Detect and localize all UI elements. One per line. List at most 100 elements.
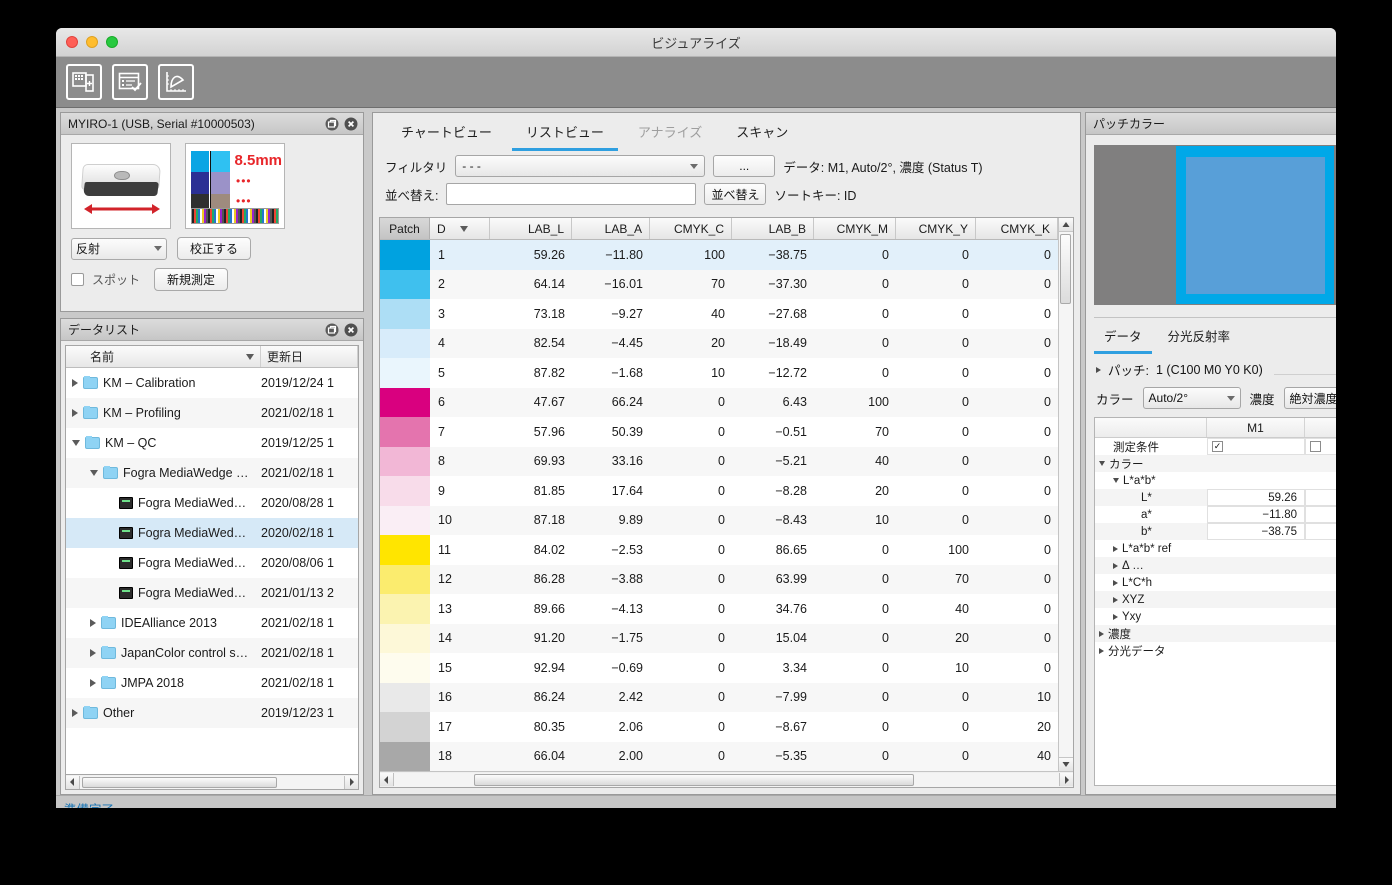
float-icon[interactable]	[325, 323, 339, 337]
measure-chart-icon[interactable]	[66, 64, 102, 100]
hscroll-track[interactable]	[80, 776, 344, 789]
expand-icon[interactable]	[1113, 580, 1118, 586]
patch-values-row[interactable]: 測定条件✓	[1095, 438, 1336, 455]
patch-values-row[interactable]: XYZ	[1095, 591, 1336, 608]
table-row[interactable]: 647.6766.2406.4310000	[380, 388, 1058, 418]
table-row[interactable]: 1780.352.060−8.670020	[380, 712, 1058, 742]
color-observer-select[interactable]: Auto/2°	[1143, 387, 1241, 409]
expand-icon[interactable]	[1113, 597, 1118, 603]
tab-データ[interactable]: データ	[1094, 320, 1152, 354]
expand-icon[interactable]	[72, 409, 78, 417]
list-item[interactable]: Fogra MediaWed…2021/01/13 2	[66, 578, 358, 608]
filter-select[interactable]: - - -	[455, 155, 705, 177]
expand-icon[interactable]	[1113, 546, 1118, 552]
expand-icon[interactable]	[72, 709, 78, 717]
list-item[interactable]: Fogra MediaWedge …2021/02/18 1	[66, 458, 358, 488]
patch-values-row[interactable]: L*59.2659.05	[1095, 489, 1336, 506]
collapse-icon[interactable]	[1099, 461, 1105, 466]
vscroll-thumb[interactable]	[1060, 234, 1071, 304]
vscroll-track[interactable]	[1059, 232, 1073, 757]
table-row[interactable]: 1184.02−2.53086.6501000	[380, 535, 1058, 565]
table-row[interactable]: 159.26−11.80100−38.75000	[380, 240, 1058, 270]
collapse-icon[interactable]	[1113, 478, 1119, 483]
list-item[interactable]: IDEAlliance 20132021/02/18 1	[66, 608, 358, 638]
tab-リストビュー[interactable]: リストビュー	[512, 116, 618, 151]
patch-values-row[interactable]: L*a*b* ref	[1095, 540, 1336, 557]
expand-icon[interactable]	[90, 619, 96, 627]
list-item[interactable]: Fogra MediaWed…2020/08/06 1	[66, 548, 358, 578]
list-item[interactable]: KM – Calibration2019/12/24 1	[66, 368, 358, 398]
sort-button[interactable]: 並べ替え	[704, 183, 766, 205]
tab-スキャン[interactable]: スキャン	[722, 116, 802, 151]
hscroll-thumb[interactable]	[474, 774, 914, 786]
table-row[interactable]: 1286.28−3.88063.990700	[380, 565, 1058, 595]
column-header-name[interactable]: 名前	[66, 346, 261, 367]
expand-icon[interactable]	[1099, 631, 1104, 637]
column-header-LAB_B[interactable]: LAB_B	[732, 218, 814, 239]
tab-チャートビュー[interactable]: チャートビュー	[387, 116, 506, 151]
patch-values-row[interactable]: L*C*h	[1095, 574, 1336, 591]
m1-condition-checkbox[interactable]: ✓	[1212, 441, 1223, 452]
scroll-down-icon[interactable]	[1059, 757, 1073, 771]
column-header-LAB_A[interactable]: LAB_A	[572, 218, 650, 239]
column-header-Patch[interactable]: Patch	[380, 218, 430, 239]
table-row[interactable]: 1866.042.000−5.350040	[380, 742, 1058, 772]
m2-condition-checkbox[interactable]	[1310, 441, 1321, 452]
list-item[interactable]: Fogra MediaWed…2020/08/28 1	[66, 488, 358, 518]
list-item[interactable]: KM – Profiling2021/02/18 1	[66, 398, 358, 428]
list-item[interactable]: JMPA 20182021/02/18 1	[66, 668, 358, 698]
patch-table-vscrollbar[interactable]	[1058, 218, 1073, 771]
column-header-CMYK_M[interactable]: CMYK_M	[814, 218, 896, 239]
column-header-D[interactable]: D	[430, 218, 490, 239]
patch-values-row[interactable]: Δ …	[1095, 557, 1336, 574]
close-icon[interactable]	[344, 117, 358, 131]
column-header-CMYK_Y[interactable]: CMYK_Y	[896, 218, 976, 239]
table-row[interactable]: 1686.242.420−7.990010	[380, 683, 1058, 713]
column-header-date[interactable]: 更新日	[261, 346, 358, 367]
expand-icon[interactable]	[1099, 648, 1104, 654]
expand-icon[interactable]	[90, 679, 96, 687]
patch-values-m2-cell[interactable]	[1305, 438, 1336, 455]
density-mode-select[interactable]: 絶対濃度	[1284, 387, 1336, 409]
table-row[interactable]: 373.18−9.2740−27.68000	[380, 299, 1058, 329]
scroll-right-icon[interactable]	[344, 776, 358, 789]
expand-icon[interactable]	[90, 649, 96, 657]
patch-values-row[interactable]: 濃度	[1095, 625, 1336, 642]
data-list-hscrollbar[interactable]	[65, 775, 359, 790]
patch-table-hscrollbar[interactable]	[380, 771, 1073, 787]
table-row[interactable]: 1087.189.890−8.431000	[380, 506, 1058, 536]
table-row[interactable]: 482.54−4.4520−18.49000	[380, 329, 1058, 359]
new-measurement-button[interactable]: 新規測定	[154, 268, 228, 291]
list-check-icon[interactable]	[112, 64, 148, 100]
patch-values-row[interactable]: 分光データ	[1095, 642, 1336, 659]
scroll-up-icon[interactable]	[1059, 218, 1073, 232]
column-header-CMYK_C[interactable]: CMYK_C	[650, 218, 732, 239]
scroll-left-icon[interactable]	[66, 776, 80, 789]
list-item[interactable]: JapanColor control s…2021/02/18 1	[66, 638, 358, 668]
patch-values-row[interactable]: L*a*b*	[1095, 472, 1336, 489]
collapse-icon[interactable]	[90, 470, 98, 476]
expand-icon[interactable]	[1113, 614, 1118, 620]
list-item[interactable]: Fogra MediaWed…2020/02/18 1	[66, 518, 358, 548]
table-row[interactable]: 264.14−16.0170−37.30000	[380, 270, 1058, 300]
sort-input[interactable]	[446, 183, 696, 205]
expand-icon[interactable]	[1113, 563, 1118, 569]
patch-values-row[interactable]: b*−38.75−36.43	[1095, 523, 1336, 540]
patch-values-row[interactable]: a*−11.80−13.09	[1095, 506, 1336, 523]
table-row[interactable]: 1389.66−4.13034.760400	[380, 594, 1058, 624]
expand-icon[interactable]	[72, 379, 78, 387]
expand-icon[interactable]	[1096, 367, 1101, 373]
column-header-LAB_L[interactable]: LAB_L	[490, 218, 572, 239]
patch-values-row[interactable]: Yxy	[1095, 608, 1336, 625]
table-row[interactable]: 587.82−1.6810−12.72000	[380, 358, 1058, 388]
list-item[interactable]: Other2019/12/23 1	[66, 698, 358, 728]
scroll-left-icon[interactable]	[380, 773, 394, 786]
table-row[interactable]: 1491.20−1.75015.040200	[380, 624, 1058, 654]
float-icon[interactable]	[325, 117, 339, 131]
spot-checkbox[interactable]	[71, 273, 84, 286]
graph-icon[interactable]	[158, 64, 194, 100]
table-row[interactable]: 757.9650.390−0.517000	[380, 417, 1058, 447]
table-row[interactable]: 869.9333.160−5.214000	[380, 447, 1058, 477]
hscroll-thumb[interactable]	[82, 777, 277, 788]
table-row[interactable]: 981.8517.640−8.282000	[380, 476, 1058, 506]
